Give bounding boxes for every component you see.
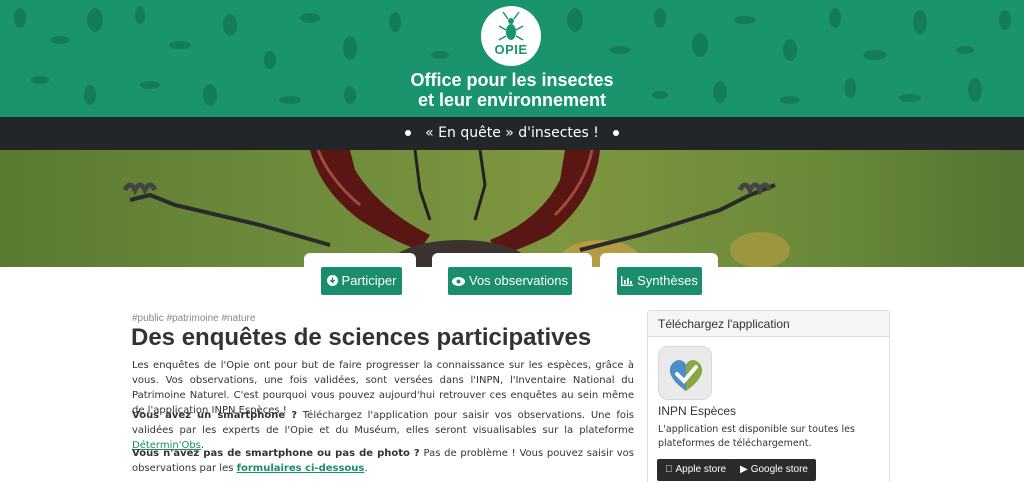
syntheses-button[interactable]: Synthèses [617, 267, 702, 295]
opie-logo[interactable]: OPIE [481, 6, 541, 66]
google-store-label: Google store [750, 464, 808, 475]
vos-observations-label: Vos observations [468, 273, 568, 288]
google-play-icon: ▶ [740, 464, 748, 475]
smartphone-question: Vous avez un smartphone ? [132, 410, 298, 421]
eye-icon [451, 268, 465, 296]
tags: #public #patrimoine #nature [132, 313, 256, 324]
syntheses-label: Synthèses [637, 273, 698, 288]
apple-store-button[interactable]: Apple store [657, 459, 735, 481]
logo-text: OPIE [494, 42, 528, 57]
banner-text: « En quête » d'insectes ! [425, 125, 599, 141]
formulaires-link[interactable]: formulaires ci-dessous [237, 463, 365, 474]
card-title: Téléchargez l'application [648, 311, 889, 337]
app-description: L'application est disponible sur toutes … [658, 424, 855, 449]
inpn-app-icon[interactable] [658, 346, 712, 400]
page-banner: « En quête » d'insectes ! [0, 117, 1024, 150]
apple-icon:  [665, 464, 673, 475]
bar-chart-icon [621, 268, 634, 296]
bullet-icon [405, 130, 412, 136]
apple-store-label: Apple store [668, 464, 727, 475]
download-app-card: Téléchargez l'application INPN Espèces L… [647, 310, 890, 482]
site-title-line-2: et leur environnement [417, 90, 607, 110]
punctuation: . [364, 463, 368, 474]
no-smartphone-question: Vous n'avez pas de smartphone ou pas de … [132, 448, 420, 459]
download-circle-icon [326, 268, 338, 296]
vos-observations-button[interactable]: Vos observations [448, 267, 572, 295]
page-title: Des enquêtes de sciences participatives [131, 324, 592, 351]
site-title-line-1: Office pour les insectes [410, 70, 614, 90]
heart-check-icon [669, 360, 703, 391]
beetle-logo-icon [498, 11, 524, 41]
site-title: Office pour les insectes et leur environ… [0, 70, 1024, 110]
participer-label: Participer [341, 273, 397, 288]
app-name: INPN Espèces [658, 404, 737, 418]
site-header: OPIE Office pour les insectes et leur en… [0, 0, 1024, 117]
stag-beetle-image [122, 150, 790, 267]
bullet-icon [612, 130, 619, 136]
participer-button[interactable]: Participer [321, 267, 402, 295]
hero-image-stag-beetle [0, 150, 1024, 267]
google-store-button[interactable]: ▶ Google store [732, 459, 816, 481]
no-smartphone-paragraph: Vous n'avez pas de smartphone ou pas de … [132, 446, 634, 476]
